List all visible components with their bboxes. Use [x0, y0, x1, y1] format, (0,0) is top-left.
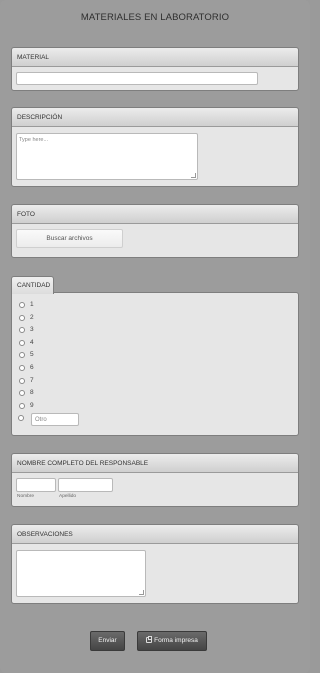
submit-button[interactable]: Enviar	[90, 631, 125, 651]
radio-label: 3	[30, 326, 34, 334]
radio-label: 6	[30, 364, 34, 371]
radio-label: 8	[30, 389, 34, 397]
descripcion-placeholder: Type here...	[19, 137, 49, 143]
descripcion-section: DESCRIPCIÓN Type here...	[11, 107, 299, 187]
print-form-button[interactable]: Forma impresa	[137, 631, 207, 651]
radio-button[interactable]	[19, 390, 25, 397]
descripcion-textarea[interactable]: Type here...	[16, 133, 198, 180]
apellido-input[interactable]	[58, 478, 113, 492]
cantidad-label: CANTIDAD	[11, 276, 54, 294]
radio-button[interactable]	[19, 377, 25, 384]
form-container: MATERIALES EN LABORATORIO MATERIAL DESCR…	[0, 0, 310, 673]
radio-label: 1	[30, 301, 34, 308]
otro-input[interactable]: Otro	[31, 413, 79, 426]
observaciones-label: OBSERVACIONES	[12, 525, 298, 544]
radio-label: 5	[30, 351, 34, 359]
descripcion-label: DESCRIPCIÓN	[12, 108, 298, 127]
radio-button[interactable]	[19, 339, 25, 346]
radio-button[interactable]	[19, 402, 25, 409]
material-section: MATERIAL	[11, 47, 299, 91]
print-form-label: Forma impresa	[154, 637, 198, 644]
material-label: MATERIAL	[12, 48, 298, 67]
nombre-input[interactable]	[16, 478, 56, 492]
observaciones-textarea[interactable]	[16, 550, 146, 597]
browse-files-button[interactable]: Buscar archivos	[16, 229, 123, 248]
responsable-section: NOMBRE COMPLETO DEL RESPONSABLE Nombre A…	[11, 453, 299, 507]
material-input[interactable]	[16, 72, 258, 85]
radio-button[interactable]	[19, 352, 25, 359]
radio-button[interactable]	[19, 314, 25, 321]
radio-label: 4	[30, 338, 34, 346]
radio-label: 2	[30, 313, 34, 321]
nombre-sublabel: Nombre	[17, 494, 35, 499]
foto-section: FOTO Buscar archivos	[11, 204, 299, 258]
responsable-label: NOMBRE COMPLETO DEL RESPONSABLE	[12, 454, 298, 473]
radio-button[interactable]	[18, 415, 24, 421]
apellido-sublabel: Apellido	[59, 494, 77, 499]
radio-button[interactable]	[19, 327, 25, 334]
radio-button[interactable]	[19, 302, 25, 308]
radio-label: 9	[30, 401, 34, 409]
radio-button[interactable]	[19, 365, 25, 371]
resize-grip-icon[interactable]	[139, 590, 144, 595]
form-title: MATERIALES EN LABORATORIO	[80, 12, 230, 23]
resize-grip-icon[interactable]	[191, 173, 196, 178]
radio-label: 7	[30, 376, 34, 384]
foto-label: FOTO	[12, 205, 298, 224]
printer-icon	[146, 636, 153, 643]
observaciones-section: OBSERVACIONES	[11, 524, 299, 604]
